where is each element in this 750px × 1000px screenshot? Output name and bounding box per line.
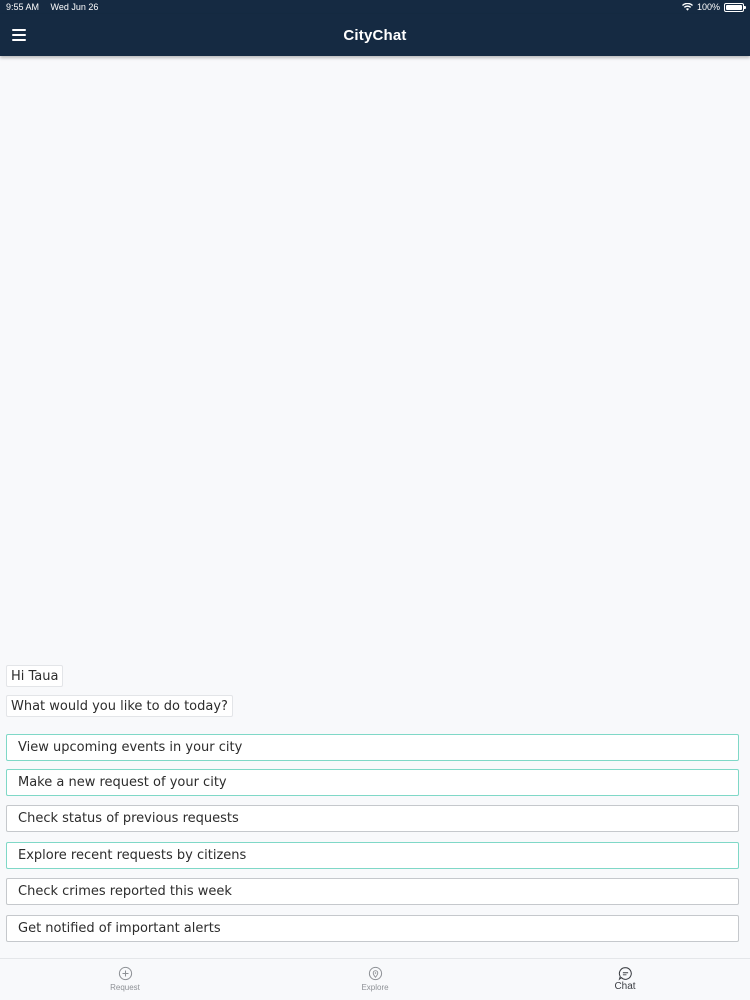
status-right: 100%	[681, 2, 746, 12]
option-get-alerts[interactable]: Get notified of important alerts	[6, 915, 739, 942]
page-title: CityChat	[343, 26, 407, 44]
battery-icon	[724, 2, 746, 12]
greeting-message: Hi Taua	[6, 665, 64, 687]
status-date: Wed Jun 26	[50, 2, 99, 12]
tab-explore[interactable]: Explore	[250, 959, 500, 1000]
status-time: 9:55 AM	[6, 2, 40, 12]
tab-chat-label: Chat	[614, 981, 636, 992]
plus-circle-icon	[118, 966, 132, 981]
battery-percent: 100%	[696, 2, 720, 12]
option-explore-requests[interactable]: Explore recent requests by citizens	[6, 842, 739, 869]
status-bar: 9:55 AM Wed Jun 26 100%	[0, 0, 750, 14]
battery-level	[726, 4, 742, 10]
option-view-events[interactable]: View upcoming events in your city	[6, 734, 739, 761]
status-left: 9:55 AM Wed Jun 26	[6, 2, 107, 12]
tab-explore-label: Explore	[361, 983, 389, 992]
map-pin-icon	[368, 966, 382, 981]
tab-chat[interactable]: Chat	[500, 959, 750, 1000]
option-new-request[interactable]: Make a new request of your city	[6, 769, 739, 796]
wifi-icon	[681, 3, 693, 11]
nav-bar: CityChat	[0, 14, 750, 56]
tab-bar: Request Explore Chat	[0, 958, 750, 1000]
tab-request-label: Request	[110, 983, 140, 992]
question-message: What would you like to do today?	[6, 695, 233, 717]
tab-request[interactable]: Request	[0, 959, 250, 1000]
option-check-crimes[interactable]: Check crimes reported this week	[6, 878, 739, 905]
chat-area[interactable]: Hi Taua What would you like to do today?…	[0, 56, 750, 958]
hamburger-menu-icon[interactable]	[12, 26, 30, 44]
chat-bubble-icon	[618, 967, 632, 981]
option-check-status[interactable]: Check status of previous requests	[6, 805, 739, 832]
